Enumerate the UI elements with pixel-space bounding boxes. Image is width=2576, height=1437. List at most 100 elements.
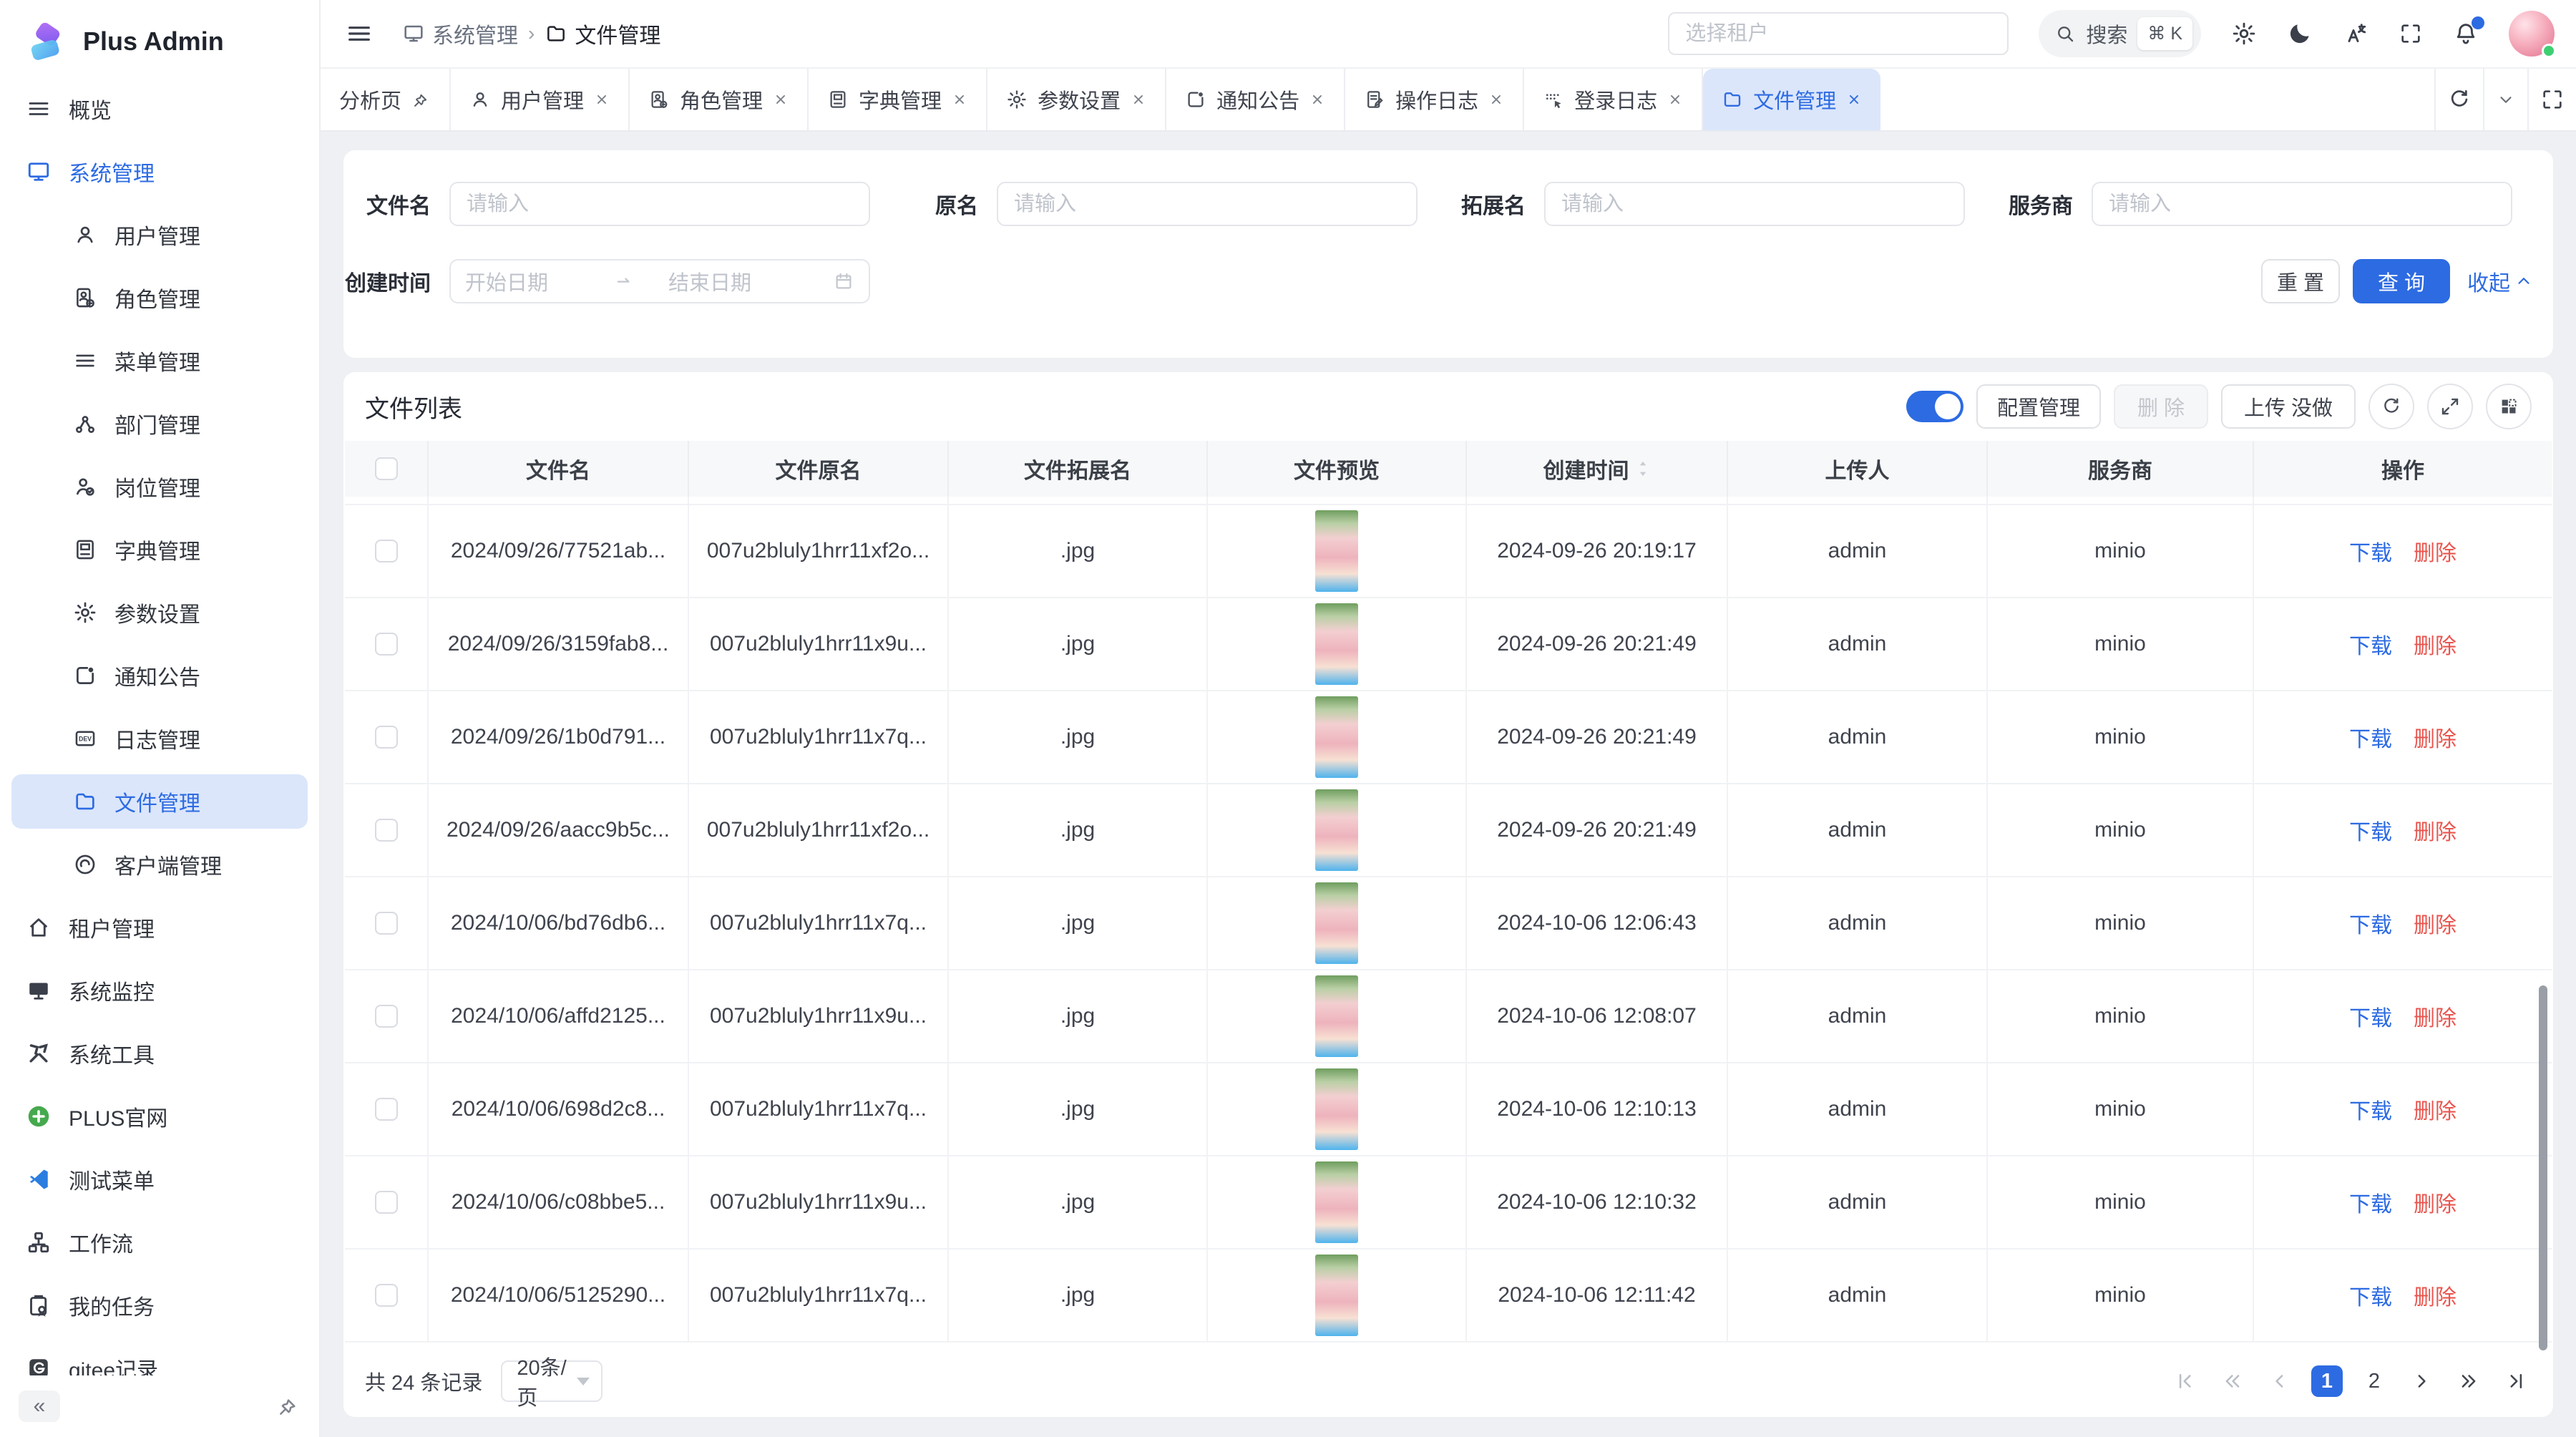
sidebar-item[interactable]: 角色管理 <box>11 271 308 325</box>
gear-icon[interactable] <box>2231 21 2257 47</box>
download-link[interactable]: 下载 <box>2349 907 2392 939</box>
download-link[interactable]: 下载 <box>2349 628 2392 660</box>
tab[interactable]: 用户管理 <box>451 69 630 130</box>
sidebar-item[interactable]: 用户管理 <box>11 208 308 262</box>
reset-button[interactable]: 重 置 <box>2261 259 2340 303</box>
delete-link[interactable]: 删除 <box>2414 628 2457 660</box>
upload-button[interactable]: 上传 没做 <box>2221 384 2356 429</box>
sidebar-item[interactable]: 日志管理 <box>11 711 308 766</box>
delete-link[interactable]: 删除 <box>2414 1000 2457 1032</box>
filter-field-input[interactable] <box>2092 182 2512 226</box>
table-scrollbar-thumb[interactable] <box>2539 985 2547 1350</box>
file-preview-image[interactable] <box>1315 1161 1358 1243</box>
sidebar-item[interactable]: 系统监控 <box>11 963 308 1018</box>
page-1-button[interactable]: 1 <box>2311 1365 2343 1397</box>
hamburger-icon[interactable] <box>345 19 374 48</box>
sidebar-item[interactable]: 通知公告 <box>11 648 308 703</box>
next-page-button[interactable] <box>2406 1365 2437 1397</box>
close-icon[interactable] <box>773 92 789 107</box>
close-icon[interactable] <box>1131 92 1146 107</box>
file-preview-image[interactable] <box>1315 1255 1358 1336</box>
config-manage-button[interactable]: 配置管理 <box>1976 384 2101 429</box>
pin-sidebar-icon[interactable] <box>276 1394 301 1418</box>
date-range-input[interactable]: 开始日期 结束日期 <box>449 259 870 303</box>
expand-list-button[interactable] <box>2427 384 2473 429</box>
col-uploader[interactable]: 上传人 <box>1728 441 1988 497</box>
avatar[interactable] <box>2509 11 2555 57</box>
download-link[interactable]: 下载 <box>2349 535 2392 567</box>
file-preview-image[interactable] <box>1315 510 1358 592</box>
tab-menu-button[interactable] <box>2483 69 2527 130</box>
column-settings-button[interactable] <box>2486 384 2532 429</box>
global-search[interactable]: 搜索 ⌘ K <box>2039 10 2201 57</box>
close-icon[interactable] <box>594 92 610 107</box>
sidebar-item[interactable]: 客户端管理 <box>11 837 308 892</box>
close-icon[interactable] <box>1846 92 1862 107</box>
prev-5-pages-button[interactable] <box>2217 1365 2248 1397</box>
tab[interactable]: 角色管理 <box>630 69 809 130</box>
tab[interactable]: 操作日志 <box>1345 69 1524 130</box>
col-original-name[interactable]: 文件原名 <box>689 441 949 497</box>
page-2-button[interactable]: 2 <box>2358 1365 2390 1397</box>
sidebar-item[interactable]: 文件管理 <box>11 774 308 829</box>
close-icon[interactable] <box>1309 92 1325 107</box>
close-icon[interactable] <box>952 92 967 107</box>
row-checkbox[interactable] <box>375 1284 398 1307</box>
sidebar-item[interactable]: 概览 <box>11 82 308 136</box>
tab[interactable]: 字典管理 <box>809 69 987 130</box>
file-preview-image[interactable] <box>1315 975 1358 1057</box>
row-checkbox[interactable] <box>375 1191 398 1214</box>
tab[interactable]: 参数设置 <box>987 69 1166 130</box>
download-link[interactable]: 下载 <box>2349 814 2392 846</box>
filter-field-input[interactable] <box>449 182 870 226</box>
row-checkbox[interactable] <box>375 819 398 842</box>
delete-link[interactable]: 删除 <box>2414 814 2457 846</box>
first-page-button[interactable] <box>2170 1365 2201 1397</box>
page-size-select[interactable]: 20条/页 <box>501 1360 602 1402</box>
delete-link[interactable]: 删除 <box>2414 1093 2457 1125</box>
delete-link[interactable]: 删除 <box>2414 1187 2457 1218</box>
row-checkbox[interactable] <box>375 1098 398 1121</box>
sidebar-collapse-button[interactable]: « <box>19 1390 60 1422</box>
row-checkbox[interactable] <box>375 912 398 935</box>
sort-icon[interactable] <box>1635 458 1651 479</box>
notifications-bell[interactable] <box>2453 21 2479 47</box>
logo[interactable]: Plus Admin <box>0 0 319 79</box>
breadcrumb-current[interactable]: 文件管理 <box>545 18 660 49</box>
sidebar-item[interactable]: 字典管理 <box>11 522 308 577</box>
sidebar-item[interactable]: 系统工具 <box>11 1026 308 1081</box>
fullscreen-icon[interactable] <box>2399 21 2423 46</box>
refresh-list-button[interactable] <box>2368 384 2414 429</box>
delete-link[interactable]: 删除 <box>2414 907 2457 939</box>
download-link[interactable]: 下载 <box>2349 1280 2392 1311</box>
delete-link[interactable]: 删除 <box>2414 721 2457 753</box>
close-icon[interactable] <box>1667 92 1683 107</box>
sidebar-item[interactable]: 菜单管理 <box>11 333 308 388</box>
next-5-pages-button[interactable] <box>2453 1365 2484 1397</box>
sidebar-item[interactable]: 参数设置 <box>11 585 308 640</box>
sidebar-item[interactable]: 租户管理 <box>11 900 308 955</box>
tab[interactable]: 分析页 <box>321 69 451 130</box>
file-preview-image[interactable] <box>1315 1068 1358 1150</box>
col-created-time[interactable]: 创建时间 <box>1467 441 1728 497</box>
download-link[interactable]: 下载 <box>2349 721 2392 753</box>
file-preview-image[interactable] <box>1315 696 1358 778</box>
sidebar-item[interactable]: 测试菜单 <box>11 1152 308 1207</box>
delete-button[interactable]: 删 除 <box>2114 384 2208 429</box>
refresh-tab-button[interactable] <box>2434 69 2483 130</box>
delete-link[interactable]: 删除 <box>2414 1280 2457 1311</box>
sidebar-item[interactable]: 岗位管理 <box>11 459 308 514</box>
filter-field-input[interactable] <box>1544 182 1965 226</box>
col-filename[interactable]: 文件名 <box>429 441 689 497</box>
col-extension[interactable]: 文件拓展名 <box>949 441 1208 497</box>
download-link[interactable]: 下载 <box>2349 1093 2392 1125</box>
sidebar-item[interactable]: 部门管理 <box>11 396 308 451</box>
select-all-checkbox[interactable] <box>375 457 398 480</box>
file-preview-image[interactable] <box>1315 882 1358 964</box>
filter-field-input[interactable] <box>997 182 1418 226</box>
row-checkbox[interactable] <box>375 540 398 562</box>
prev-page-button[interactable] <box>2264 1365 2296 1397</box>
download-link[interactable]: 下载 <box>2349 1000 2392 1032</box>
sidebar-item[interactable]: 工作流 <box>11 1215 308 1270</box>
download-link[interactable]: 下载 <box>2349 1187 2392 1218</box>
